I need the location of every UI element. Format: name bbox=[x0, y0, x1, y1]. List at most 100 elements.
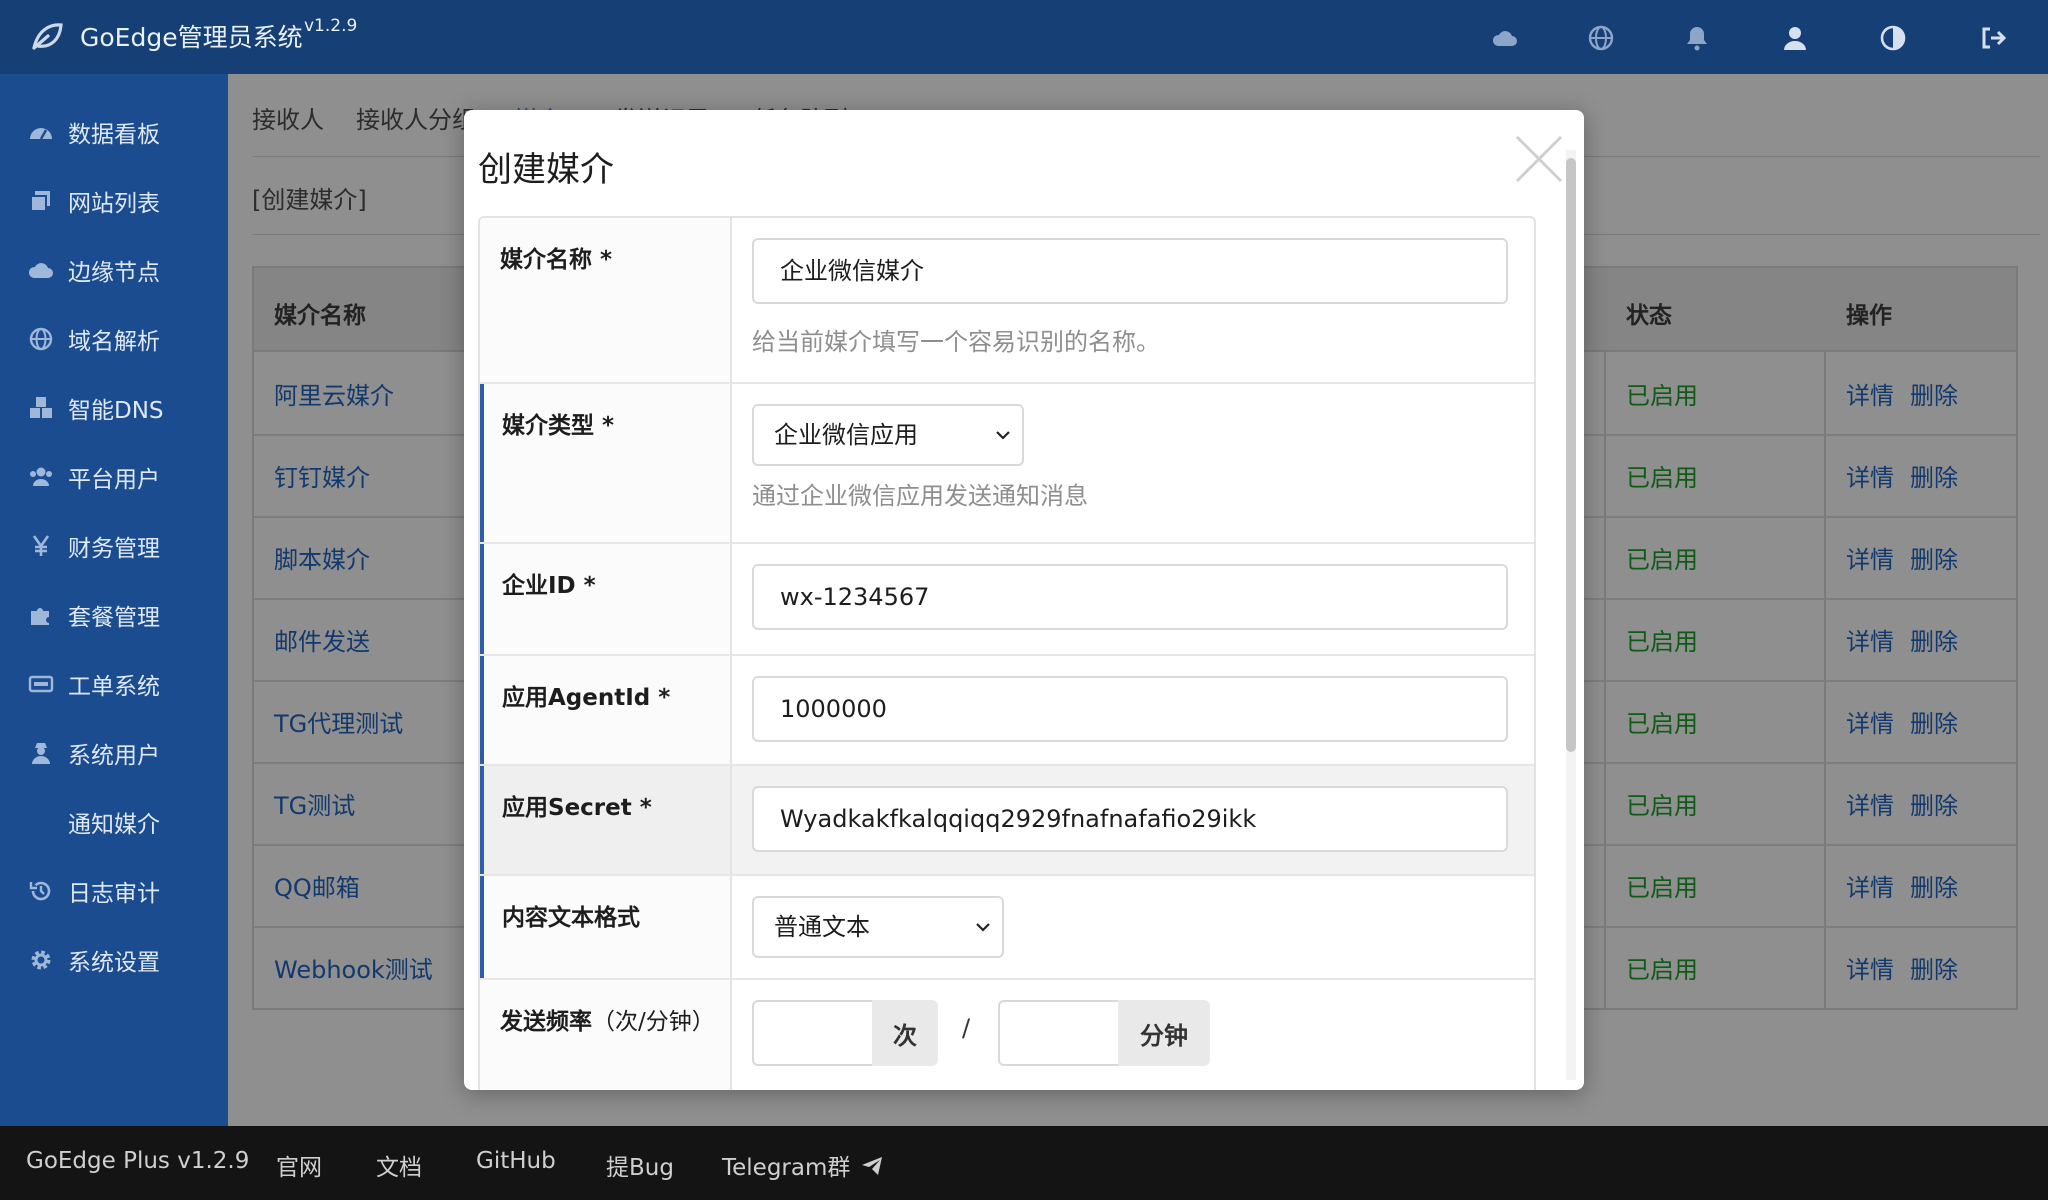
scrollbar-thumb[interactable] bbox=[1566, 158, 1576, 752]
media-name-link[interactable]: TG测试 bbox=[274, 786, 355, 821]
sidebar-item-platform-users[interactable]: 平台用户 bbox=[0, 449, 228, 505]
media-name-input[interactable]: 企业微信媒介 bbox=[752, 238, 1508, 304]
delete-link[interactable]: 删除 bbox=[1910, 622, 1958, 657]
detail-link[interactable]: 详情 bbox=[1846, 950, 1894, 985]
media-form: 媒介名称 * 企业微信媒介 给当前媒介填写一个容易识别的名称。 媒介类型 * 企… bbox=[478, 216, 1536, 1090]
sidebar-item-settings[interactable]: 系统设置 bbox=[0, 932, 228, 988]
header-status: 状态 bbox=[1626, 303, 1672, 329]
sidebar-item-tickets[interactable]: 工单系统 bbox=[0, 656, 228, 712]
corp-id-input[interactable]: wx-1234567 bbox=[752, 564, 1508, 630]
sidebar-item-finance[interactable]: 财务管理 bbox=[0, 518, 228, 574]
sidebar-item-edge-nodes[interactable]: 边缘节点 bbox=[0, 242, 228, 298]
contrast-icon[interactable] bbox=[1878, 24, 1908, 52]
status-badge: 已启用 bbox=[1626, 956, 1698, 984]
detail-link[interactable]: 详情 bbox=[1846, 376, 1894, 411]
tab-receivers[interactable]: 接收人 bbox=[252, 100, 324, 135]
logout-icon[interactable] bbox=[1978, 24, 2008, 52]
delete-link[interactable]: 删除 bbox=[1910, 540, 1958, 575]
delete-link[interactable]: 删除 bbox=[1910, 950, 1958, 985]
cloud-icon[interactable] bbox=[1490, 24, 1520, 52]
create-media-dialog: 创建媒介 媒介名称 * 企业微信媒介 给当前媒介填写一个容易识别的名称。 媒介类… bbox=[464, 110, 1584, 1090]
chevron-down-icon bbox=[996, 431, 1010, 440]
agent-id-label: 应用AgentId * bbox=[480, 656, 732, 764]
sidebar: 数据看板 网站列表 边缘节点 域名解析 智能DNS 平台用户 财务管理 套餐管理… bbox=[0, 74, 228, 1126]
status-badge: 已启用 bbox=[1626, 628, 1698, 656]
type-label: 媒介类型 * bbox=[480, 384, 732, 542]
user-secret-icon bbox=[26, 740, 56, 766]
status-badge: 已启用 bbox=[1626, 382, 1698, 410]
sidebar-item-sites[interactable]: 网站列表 bbox=[0, 173, 228, 229]
top-bar: GoEdge管理员系统 v1.2.9 bbox=[0, 0, 2048, 74]
bell-icon[interactable] bbox=[1682, 24, 1712, 52]
detail-link[interactable]: 详情 bbox=[1846, 868, 1894, 903]
form-row-agent-id: 应用AgentId * 1000000 bbox=[480, 656, 1534, 766]
delete-link[interactable]: 删除 bbox=[1910, 458, 1958, 493]
paper-plane-icon bbox=[850, 1155, 884, 1181]
globe-icon[interactable] bbox=[1586, 24, 1616, 52]
keyboard-icon bbox=[26, 671, 56, 697]
chevron-down-icon bbox=[976, 923, 990, 932]
detail-link[interactable]: 详情 bbox=[1846, 622, 1894, 657]
media-name-link[interactable]: 阿里云媒介 bbox=[274, 376, 394, 411]
gear-icon bbox=[26, 947, 56, 973]
form-row-corp-id: 企业ID * wx-1234567 bbox=[480, 544, 1534, 656]
header-name: 媒介名称 bbox=[274, 303, 366, 329]
footer-link-docs[interactable]: 文档 bbox=[376, 1148, 422, 1182]
rate-count-unit: 次 bbox=[872, 1000, 938, 1066]
type-hint: 通过企业微信应用发送通知消息 bbox=[752, 482, 1088, 510]
sidebar-item-notify-media[interactable]: 通知媒介 bbox=[0, 794, 228, 850]
rate-label: 发送频率（次/分钟） bbox=[480, 980, 732, 1090]
footer-link-github[interactable]: GitHub bbox=[476, 1148, 556, 1174]
close-icon[interactable] bbox=[1514, 134, 1564, 184]
status-badge: 已启用 bbox=[1626, 792, 1698, 820]
rate-minutes-input[interactable] bbox=[998, 1000, 1118, 1066]
form-row-type: 媒介类型 * 企业微信应用 通过企业微信应用发送通知消息 bbox=[480, 384, 1534, 544]
media-type-select[interactable]: 企业微信应用 bbox=[752, 404, 1024, 466]
agent-id-input[interactable]: 1000000 bbox=[752, 676, 1508, 742]
delete-link[interactable]: 删除 bbox=[1910, 868, 1958, 903]
leaf-logo-icon bbox=[30, 20, 64, 54]
media-name-link[interactable]: 脚本媒介 bbox=[274, 540, 370, 575]
footer-link-website[interactable]: 官网 bbox=[276, 1148, 322, 1182]
media-name-link[interactable]: QQ邮箱 bbox=[274, 868, 360, 903]
sidebar-item-audit-log[interactable]: 日志审计 bbox=[0, 863, 228, 919]
delete-link[interactable]: 删除 bbox=[1910, 704, 1958, 739]
cloud-icon bbox=[26, 257, 56, 283]
secret-input[interactable]: Wyadkakfkalqqiqq2929fnafnafafio29ikk bbox=[752, 786, 1508, 852]
secret-label: 应用Secret * bbox=[480, 766, 732, 874]
detail-link[interactable]: 详情 bbox=[1846, 458, 1894, 493]
media-name-link[interactable]: TG代理测试 bbox=[274, 704, 403, 739]
detail-link[interactable]: 详情 bbox=[1846, 540, 1894, 575]
media-name-link[interactable]: 邮件发送 bbox=[274, 622, 370, 657]
sidebar-item-smart-dns[interactable]: 智能DNS bbox=[0, 380, 228, 436]
delete-link[interactable]: 删除 bbox=[1910, 786, 1958, 821]
breadcrumb[interactable]: [创建媒介] bbox=[252, 180, 367, 215]
sidebar-item-system-users[interactable]: 系统用户 bbox=[0, 725, 228, 781]
text-format-select[interactable]: 普通文本 bbox=[752, 896, 1004, 958]
corp-id-label: 企业ID * bbox=[480, 544, 732, 654]
detail-link[interactable]: 详情 bbox=[1846, 786, 1894, 821]
sidebar-item-dashboard[interactable]: 数据看板 bbox=[0, 104, 228, 160]
rate-minutes-unit: 分钟 bbox=[1118, 1000, 1210, 1066]
name-hint: 给当前媒介填写一个容易识别的名称。 bbox=[752, 328, 1160, 356]
header-ops: 操作 bbox=[1846, 303, 1892, 329]
form-row-secret: 应用Secret * Wyadkakfkalqqiqq2929fnafnafaf… bbox=[480, 766, 1534, 876]
detail-link[interactable]: 详情 bbox=[1846, 704, 1894, 739]
puzzle-icon bbox=[26, 602, 56, 628]
sidebar-item-dns[interactable]: 域名解析 bbox=[0, 311, 228, 367]
footer-link-bug[interactable]: 提Bug bbox=[606, 1148, 674, 1182]
sidebar-item-packages[interactable]: 套餐管理 bbox=[0, 587, 228, 643]
dialog-title: 创建媒介 bbox=[478, 150, 614, 190]
user-icon[interactable] bbox=[1780, 24, 1810, 52]
media-name-link[interactable]: 钉钉媒介 bbox=[274, 458, 370, 493]
delete-link[interactable]: 删除 bbox=[1910, 376, 1958, 411]
footer-link-telegram[interactable]: Telegram群 bbox=[722, 1148, 884, 1182]
copy-icon bbox=[26, 188, 56, 214]
app-title[interactable]: GoEdge管理员系统 bbox=[80, 18, 303, 54]
tab-receiver-groups[interactable]: 接收人分组 bbox=[356, 100, 476, 135]
status-badge: 已启用 bbox=[1626, 874, 1698, 902]
rate-count-input[interactable] bbox=[752, 1000, 872, 1066]
media-name-link[interactable]: Webhook测试 bbox=[274, 950, 433, 985]
form-row-name: 媒介名称 * 企业微信媒介 给当前媒介填写一个容易识别的名称。 bbox=[480, 218, 1534, 384]
name-label: 媒介名称 * bbox=[480, 218, 732, 382]
